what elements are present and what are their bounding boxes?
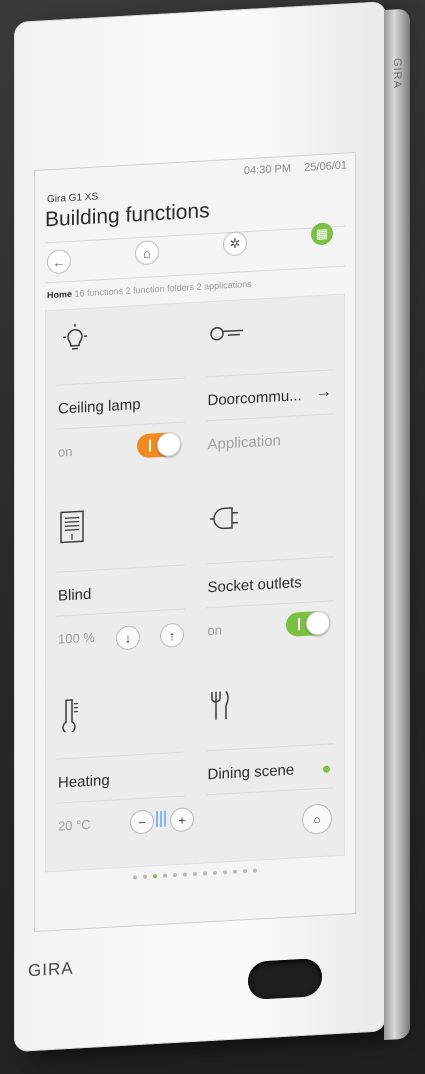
page-dot[interactable]	[223, 870, 227, 875]
page-title: Building functions	[45, 199, 210, 232]
page-dot[interactable]	[253, 868, 257, 873]
cutlery-icon	[210, 690, 229, 720]
blind-down-button[interactable]: ↓	[116, 625, 140, 651]
brand-logo: GIRA	[28, 958, 74, 981]
tile-label: Blind	[58, 585, 92, 605]
tile-dining-scene[interactable]: Dining scene ○	[195, 668, 344, 863]
tile-state: on	[58, 443, 73, 460]
page-dot[interactable]	[203, 871, 207, 876]
arrow-right-icon[interactable]: →	[316, 383, 332, 402]
page-dot[interactable]	[233, 869, 237, 874]
thermometer-icon	[62, 699, 78, 733]
ceiling-lamp-toggle[interactable]	[136, 431, 181, 459]
heating-level-indicator	[156, 810, 166, 828]
tile-state: on	[207, 622, 222, 639]
device-label: Gira G1 XS	[47, 191, 99, 206]
heating-increase-button[interactable]: +	[170, 807, 194, 833]
divider	[205, 787, 334, 796]
page-dot[interactable]	[153, 874, 157, 879]
tile-value: 20 °C	[58, 816, 91, 834]
divider	[56, 608, 185, 617]
divider	[205, 600, 334, 609]
minus-icon: −	[138, 814, 146, 830]
proximity-sensor	[248, 957, 322, 1001]
breadcrumb-home[interactable]: Home	[47, 289, 72, 300]
key-icon	[209, 327, 243, 341]
breadcrumb: Home 16 functions 2 function folders 2 a…	[47, 279, 252, 300]
gear-icon: ✲	[229, 235, 241, 252]
status-date: 25/06/01	[304, 159, 347, 174]
lamp-icon	[63, 323, 87, 350]
tile-label: Socket outlets	[207, 574, 302, 597]
grid-icon: ▦	[315, 225, 329, 242]
blind-up-button[interactable]: ↑	[160, 622, 184, 648]
screen: 04:30 PM 25/06/01 Gira G1 XS Building fu…	[34, 151, 356, 932]
dining-scene-button[interactable]: ○	[302, 803, 332, 836]
divider	[205, 556, 334, 565]
divider	[205, 369, 334, 378]
page-dot[interactable]	[243, 869, 247, 874]
divider	[205, 743, 334, 752]
tile-heating[interactable]: Heating 20 °C − +	[46, 677, 195, 872]
device-edge	[384, 8, 410, 1040]
home-icon: ⌂	[143, 244, 151, 261]
page-dot[interactable]	[133, 875, 137, 880]
tile-subtitle: Application	[207, 432, 281, 454]
circle-icon: ○	[313, 811, 321, 827]
tile-doorcommunication[interactable]: Doorcommu... → Application	[195, 294, 344, 489]
tile-socket-outlets[interactable]: Socket outlets on	[195, 481, 344, 676]
tile-value: 100 %	[58, 629, 95, 647]
arrow-up-icon: ↑	[168, 627, 176, 643]
breadcrumb-summary: 16 functions 2 function folders 2 applic…	[74, 278, 252, 299]
page-dot[interactable]	[173, 873, 177, 878]
divider	[56, 795, 185, 804]
tile-label: Ceiling lamp	[58, 396, 141, 418]
page-dot[interactable]	[163, 873, 167, 878]
settings-button[interactable]: ✲	[223, 231, 247, 257]
status-time: 04:30 PM	[243, 162, 291, 178]
arrow-left-icon: ←	[52, 253, 66, 270]
page-dot[interactable]	[213, 870, 217, 875]
tile-label: Doorcommu...	[207, 387, 302, 410]
home-button[interactable]: ⌂	[135, 240, 159, 266]
status-dot	[323, 765, 330, 773]
tile-blind[interactable]: Blind 100 % ↓ ↑	[46, 490, 195, 685]
back-button[interactable]: ←	[47, 248, 71, 275]
edge-brand-label: GIRA	[391, 57, 403, 90]
tile-label: Heating	[58, 771, 110, 792]
function-grid: Ceiling lamp on Doorcommu... → Applicati…	[45, 293, 345, 873]
page-dot[interactable]	[143, 874, 147, 879]
socket-icon	[209, 507, 238, 530]
tile-ceiling-lamp[interactable]: Ceiling lamp on	[46, 303, 195, 498]
divider	[205, 413, 334, 422]
divider	[56, 564, 185, 573]
blind-icon	[60, 510, 84, 544]
divider	[45, 265, 345, 284]
divider	[56, 751, 185, 760]
divider	[56, 377, 185, 386]
plus-icon: +	[178, 812, 186, 828]
tile-label: Dining scene	[207, 761, 295, 784]
divider	[56, 421, 185, 430]
page-dot[interactable]	[183, 872, 187, 877]
grid-view-button[interactable]: ▦	[311, 222, 333, 246]
arrow-down-icon: ↓	[124, 630, 132, 646]
socket-outlets-toggle[interactable]	[286, 610, 330, 637]
page-dot[interactable]	[193, 871, 197, 877]
heating-decrease-button[interactable]: −	[130, 809, 154, 835]
